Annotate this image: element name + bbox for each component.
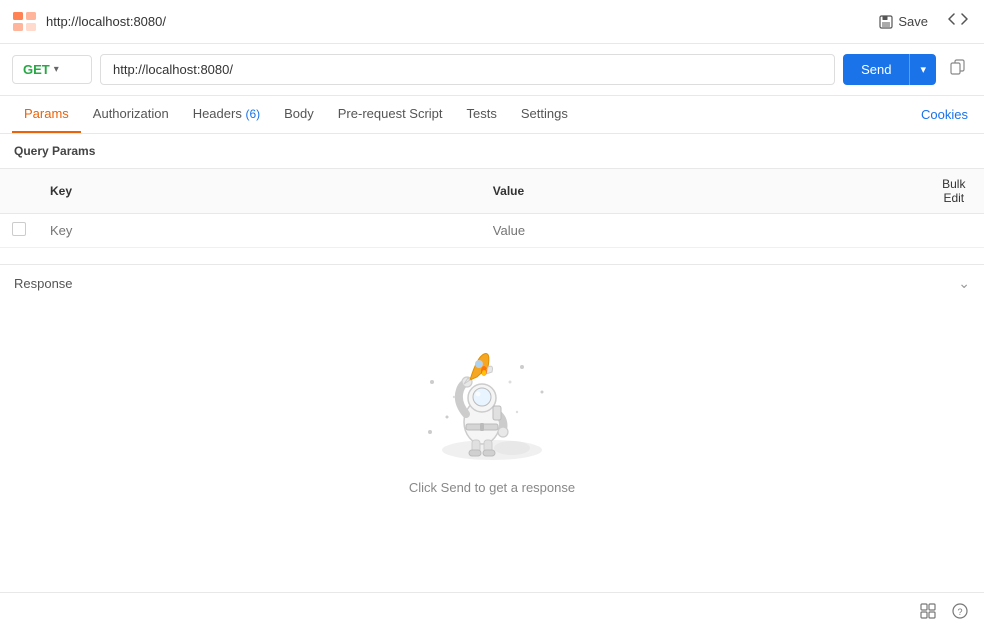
row-value-cell xyxy=(481,214,924,248)
bottom-bar: ? xyxy=(0,592,984,628)
row-checkbox-cell xyxy=(0,214,38,248)
url-input[interactable] xyxy=(100,54,835,85)
svg-text:?: ? xyxy=(958,607,963,617)
content-area: Query Params Key Value Bulk Edit xyxy=(0,134,984,248)
send-btn-group: Send ▾ xyxy=(843,54,936,85)
help-icon: ? xyxy=(952,603,968,619)
col-value: Value xyxy=(481,169,924,214)
col-checkbox xyxy=(0,169,38,214)
send-dropdown-button[interactable]: ▾ xyxy=(909,54,936,85)
tab-params[interactable]: Params xyxy=(12,96,81,133)
tab-pre-request-script[interactable]: Pre-request Script xyxy=(326,96,455,133)
app-icon xyxy=(12,11,38,33)
tab-headers[interactable]: Headers (6) xyxy=(181,96,272,133)
send-button[interactable]: Send xyxy=(843,54,909,85)
bulk-edit-button[interactable]: Bulk Edit xyxy=(936,177,972,205)
grid-button[interactable] xyxy=(916,599,940,623)
empty-response-text: Click Send to get a response xyxy=(409,480,575,495)
response-title: Response xyxy=(14,276,73,291)
cookies-button[interactable]: Cookies xyxy=(917,97,972,132)
collapse-icon: ⌄ xyxy=(958,275,970,292)
code-button[interactable] xyxy=(944,10,972,33)
tab-authorization[interactable]: Authorization xyxy=(81,96,181,133)
headers-badge: (6) xyxy=(245,107,260,121)
save-label: Save xyxy=(898,14,928,29)
top-bar: http://localhost:8080/ Save xyxy=(0,0,984,44)
help-button[interactable]: ? xyxy=(948,599,972,623)
copy-icon xyxy=(950,59,966,75)
grid-icon xyxy=(920,603,936,619)
request-bar: GET ▾ Send ▾ xyxy=(0,44,984,96)
col-bulk-edit: Bulk Edit xyxy=(924,169,984,214)
method-label: GET xyxy=(23,62,50,77)
tabs-list: Params Authorization Headers (6) Body Pr… xyxy=(12,96,917,133)
method-selector[interactable]: GET ▾ xyxy=(12,55,92,84)
params-table: Key Value Bulk Edit xyxy=(0,168,984,248)
floppy-icon xyxy=(879,15,893,29)
save-button[interactable]: Save xyxy=(879,14,928,29)
row-actions-cell xyxy=(924,214,984,248)
tab-body[interactable]: Body xyxy=(272,96,326,133)
empty-response: Click Send to get a response xyxy=(0,302,984,535)
query-params-title: Query Params xyxy=(0,134,984,168)
code-icon xyxy=(948,12,968,26)
row-key-cell xyxy=(38,214,481,248)
value-input[interactable] xyxy=(493,223,912,238)
tab-tests[interactable]: Tests xyxy=(455,96,509,133)
row-checkbox[interactable] xyxy=(12,222,26,236)
table-row xyxy=(0,214,984,248)
tabs-bar: Params Authorization Headers (6) Body Pr… xyxy=(0,96,984,134)
tab-settings[interactable]: Settings xyxy=(509,96,580,133)
col-key: Key xyxy=(38,169,481,214)
method-chevron-icon: ▾ xyxy=(54,64,59,75)
astronaut-illustration xyxy=(412,342,572,462)
response-header[interactable]: Response ⌄ xyxy=(0,264,984,302)
key-input[interactable] xyxy=(50,223,469,238)
top-bar-right: Save xyxy=(879,10,972,33)
top-bar-left: http://localhost:8080/ xyxy=(12,11,166,33)
topbar-url: http://localhost:8080/ xyxy=(46,14,166,29)
copy-button[interactable] xyxy=(944,55,972,84)
response-container: Response ⌄ xyxy=(0,264,984,535)
